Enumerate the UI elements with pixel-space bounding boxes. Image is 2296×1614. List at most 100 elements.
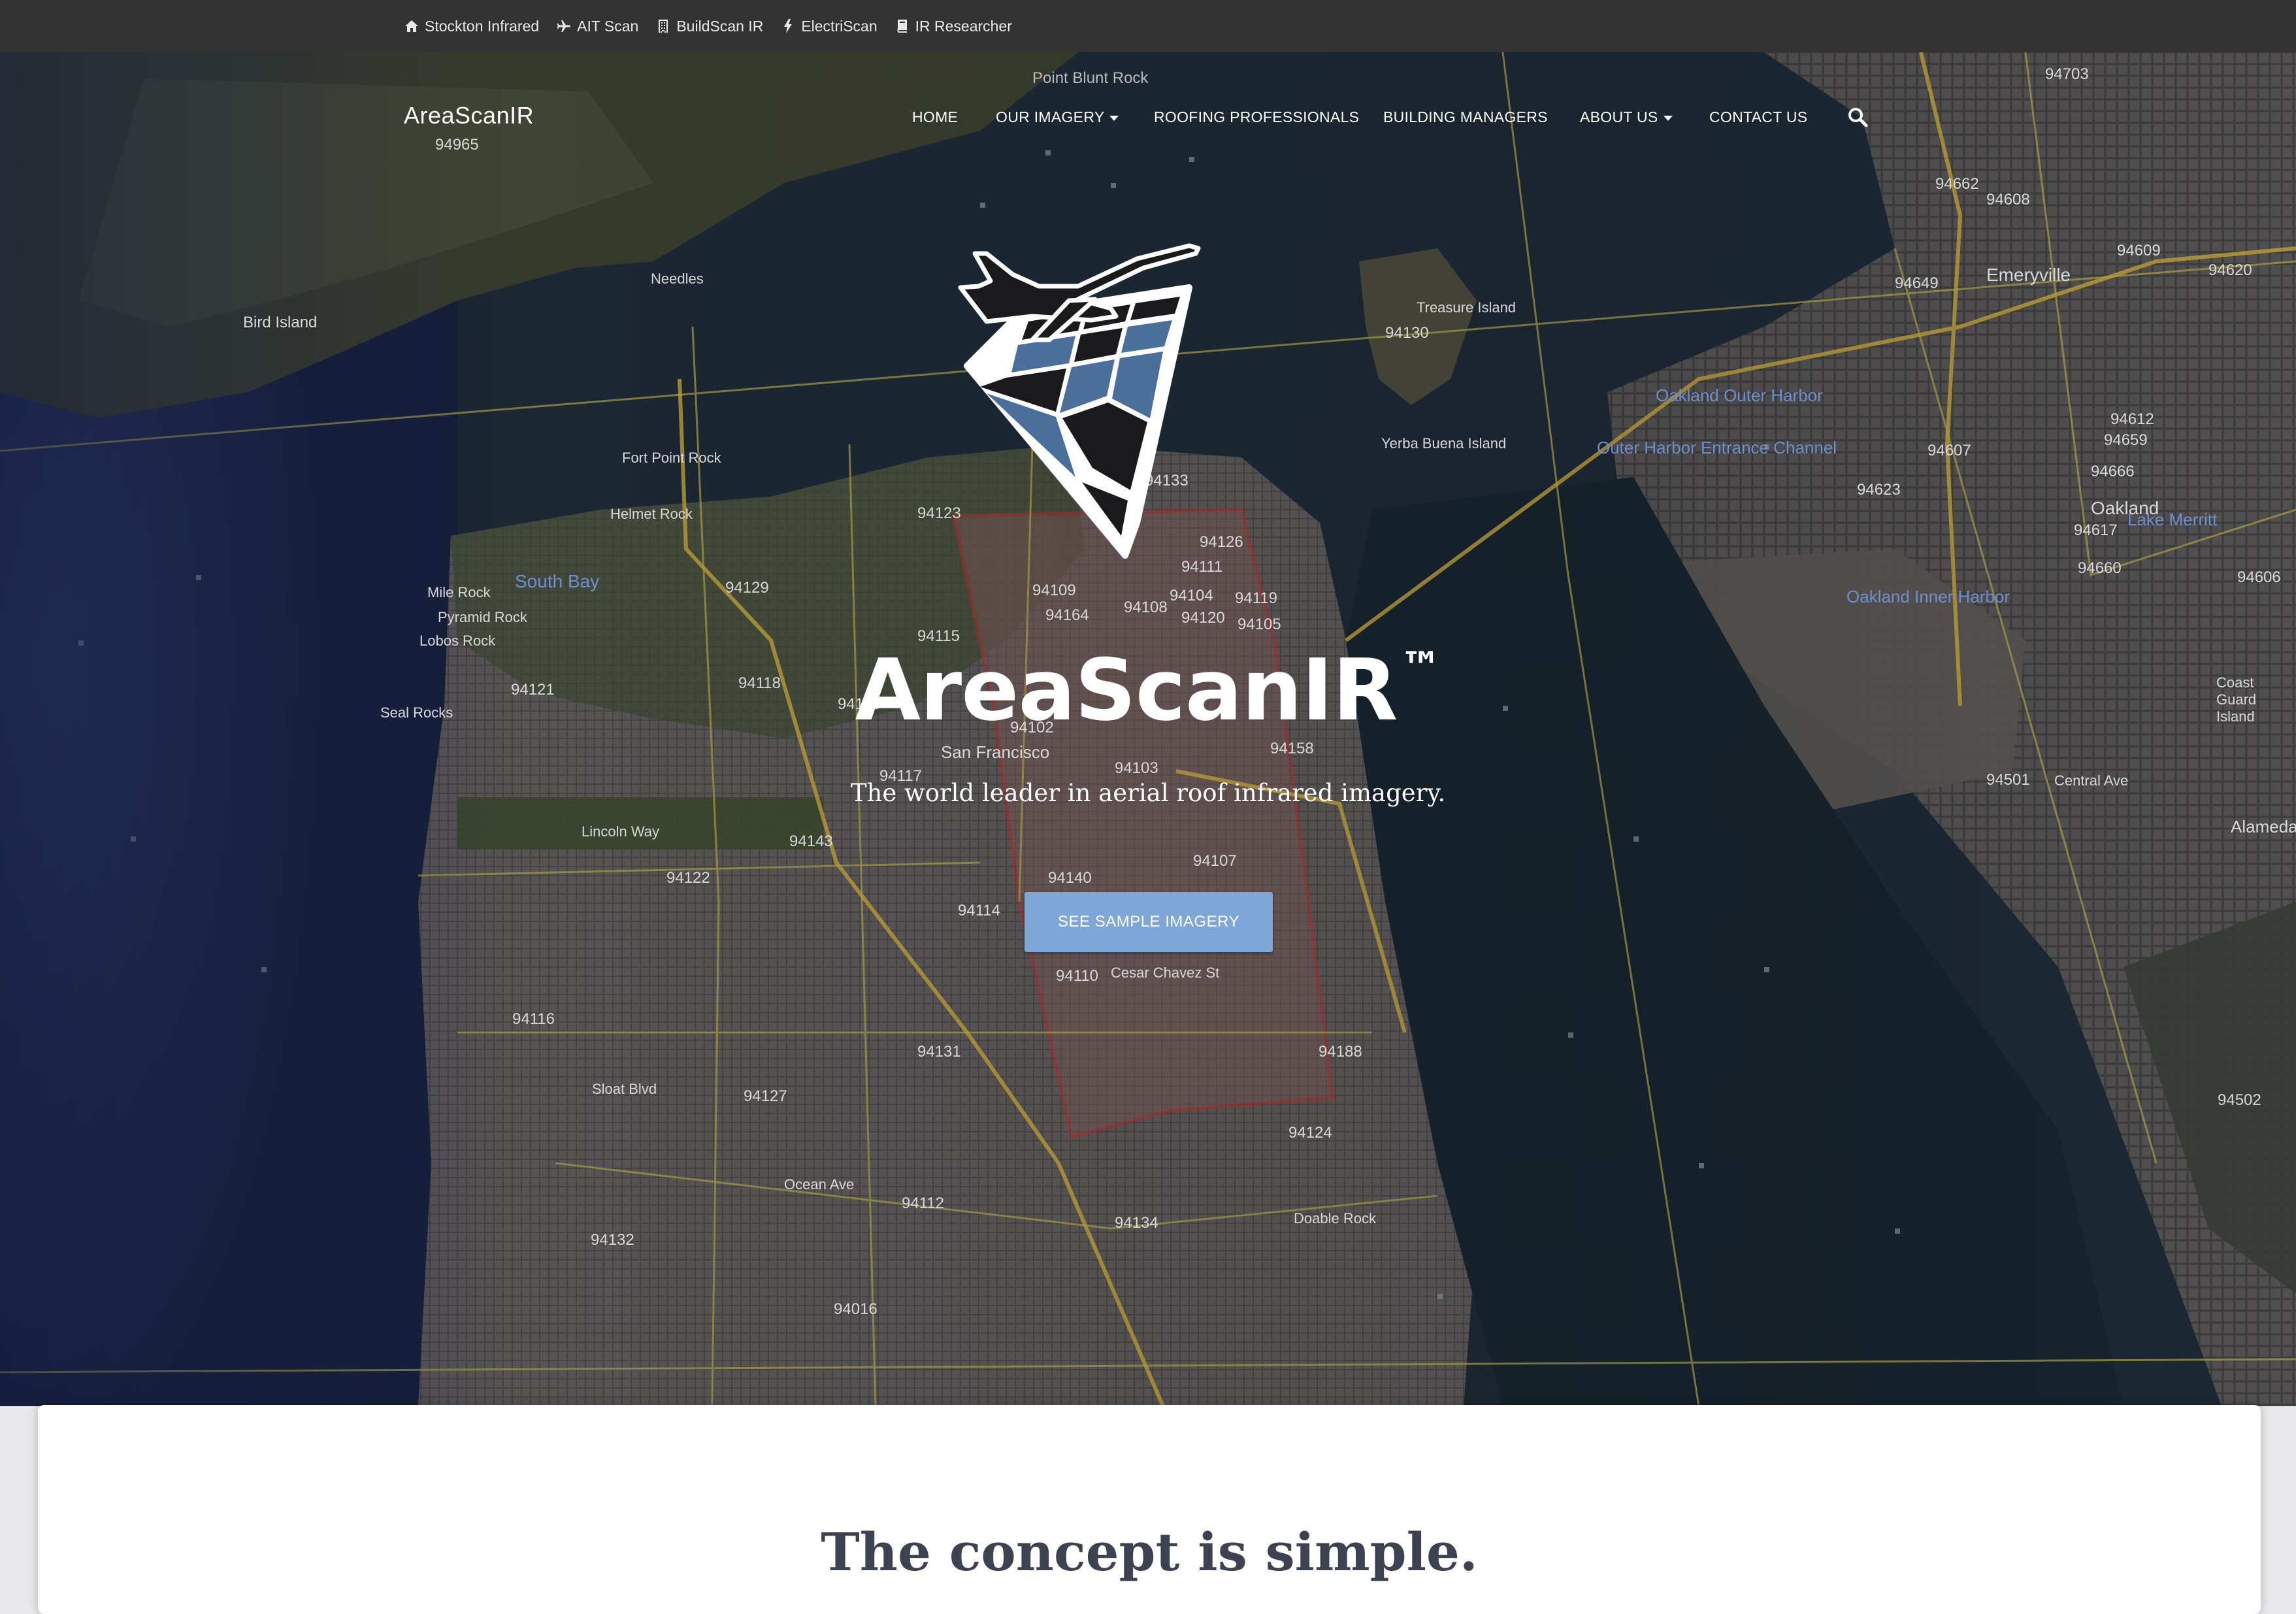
map-label: 94131 <box>917 1043 961 1061</box>
map-label: 94130 <box>1385 324 1429 342</box>
map-label: Needles <box>651 271 704 287</box>
map-label: Sloat Blvd <box>592 1081 657 1097</box>
search-icon <box>1848 108 1868 127</box>
map-label: 94965 <box>435 136 479 154</box>
nav-contact-us[interactable]: CONTACT US <box>1709 108 1807 126</box>
airplane-scan-logo-icon <box>958 243 1201 559</box>
home-icon <box>405 20 418 32</box>
bolt-icon <box>784 19 793 33</box>
building-icon <box>659 20 668 33</box>
map-label: 94609 <box>2117 242 2161 259</box>
map-label: San Francisco <box>941 742 1050 762</box>
topbar-link-stockton-infrared[interactable]: Stockton Infrared <box>404 18 539 35</box>
content-card: The concept is simple. <box>38 1405 2261 1614</box>
map-label: South Bay <box>515 571 600 591</box>
nav-home[interactable]: HOME <box>912 108 958 126</box>
map-label: 94612 <box>2110 410 2154 428</box>
map-label: Helmet Rock <box>610 506 693 522</box>
nav-roofing-professionals[interactable]: ROOFING PROFESSIONALS <box>1154 108 1359 126</box>
map-label: Alameda <box>2231 817 2296 836</box>
map-label: 94110 <box>1056 967 1098 985</box>
map-label: Outer Harbor Entrance Channel <box>1597 438 1837 457</box>
map-label: Cesar Chavez St <box>1111 964 1220 981</box>
topbar-link-ir-researcher[interactable]: IR Researcher <box>894 18 1012 35</box>
topbar-link-label: Stockton Infrared <box>425 17 540 35</box>
dropdown-caret-icon <box>1109 116 1119 121</box>
section-heading: The concept is simple. <box>821 1521 1478 1583</box>
map-label: 94608 <box>1986 191 2030 208</box>
book-icon <box>897 20 907 33</box>
topbar-link-ait-scan[interactable]: AIT Scan <box>556 18 638 35</box>
topbar-link-label: ElectriScan <box>801 17 877 35</box>
map-label: 94623 <box>1857 481 1901 499</box>
map-label: Emeryville <box>1986 265 2071 285</box>
map-label: 94620 <box>2208 261 2252 279</box>
nav-label: ABOUT US <box>1580 108 1658 125</box>
topbar-link-label: BuildScan IR <box>676 17 764 35</box>
map-label: 94124 <box>1288 1124 1332 1142</box>
nav-building-managers[interactable]: BUILDING MANAGERS <box>1383 108 1548 126</box>
map-label: Doable Rock <box>1294 1210 1376 1227</box>
map-label: Yerba Buena Island <box>1381 435 1507 452</box>
map-label: Pyramid Rock <box>438 609 527 625</box>
map-label: 94502 <box>2218 1091 2261 1109</box>
map-label: 94108 <box>1124 599 1168 616</box>
map-label: 94158 <box>1270 740 1314 757</box>
topbar-link-electriscan[interactable]: ElectriScan <box>780 18 877 35</box>
map-label: 94188 <box>1319 1043 1362 1061</box>
map-label: 94105 <box>1238 616 1281 633</box>
map-label: 94607 <box>1927 442 1971 459</box>
map-label: 94107 <box>1193 852 1237 870</box>
map-label: 94617 <box>2074 521 2118 539</box>
dropdown-caret-icon <box>1663 116 1673 121</box>
map-label: Oakland Inner Harbor <box>1846 587 2010 606</box>
map-label: Oakland Outer Harbor <box>1656 386 1823 405</box>
nav-label: OUR IMAGERY <box>996 108 1105 125</box>
map-label: 94114 <box>958 902 1000 919</box>
map-label: 94140 <box>1048 869 1092 887</box>
map-label: 94659 <box>2104 431 2148 449</box>
map-label: 94016 <box>834 1300 877 1318</box>
map-label: Bird Island <box>243 314 318 331</box>
map-label: Lincoln Way <box>582 823 660 840</box>
top-utility-bar: Stockton Infrared AIT Scan BuildScan IR … <box>0 0 2296 52</box>
nav-about-us[interactable]: ABOUT US <box>1580 108 1673 126</box>
hero-subtitle: The world leader in aerial roof infrared… <box>850 779 1446 807</box>
map-label: Ocean Ave <box>784 1176 855 1193</box>
nav-label: BUILDING MANAGERS <box>1383 108 1548 125</box>
trademark-symbol: ™ <box>1400 644 1442 692</box>
sister-sites-list: Stockton Infrared AIT Scan BuildScan IR … <box>404 0 1012 52</box>
map-label: 94127 <box>744 1087 787 1105</box>
topbar-link-buildscan-ir[interactable]: BuildScan IR <box>655 18 763 35</box>
nav-label: HOME <box>912 108 959 125</box>
map-label: 94120 <box>1181 609 1225 627</box>
site-brand-logo-text[interactable]: AreaScanIR <box>404 102 534 129</box>
map-label: 94134 <box>1115 1214 1158 1232</box>
map-label: Fort Point Rock <box>622 450 721 466</box>
hero-title: AreaScanIR™ <box>0 640 2296 740</box>
plane-icon <box>557 20 571 32</box>
nav-label: ROOFING PROFESSIONALS <box>1154 108 1360 125</box>
topbar-link-label: IR Researcher <box>915 17 1012 35</box>
map-label: 94606 <box>2237 568 2281 586</box>
nav-label: CONTACT US <box>1709 108 1808 125</box>
topbar-link-label: AIT Scan <box>577 17 639 35</box>
map-label: 94132 <box>591 1231 634 1249</box>
nav-our-imagery[interactable]: OUR IMAGERY <box>996 108 1119 126</box>
map-label: 94649 <box>1895 274 1939 292</box>
map-label: 94666 <box>2091 463 2135 480</box>
map-label: 94129 <box>725 579 769 597</box>
map-label: 94119 <box>1235 589 1277 607</box>
map-label: 94116 <box>512 1010 555 1028</box>
map-label: Mile Rock <box>427 584 491 601</box>
see-sample-imagery-button[interactable]: SEE SAMPLE IMAGERY <box>1025 892 1273 952</box>
map-label: 94112 <box>902 1194 944 1212</box>
map-label: 94103 <box>1115 759 1158 777</box>
map-label: Treasure Island <box>1417 299 1517 316</box>
search-button[interactable] <box>1846 106 1869 128</box>
map-label: 94662 <box>1935 175 1979 193</box>
map-label: 94660 <box>2078 559 2122 577</box>
map-label: 94143 <box>789 832 833 850</box>
hero-title-text: AreaScanIR <box>855 640 1398 740</box>
map-label: Point Blunt Rock <box>1032 69 1149 87</box>
